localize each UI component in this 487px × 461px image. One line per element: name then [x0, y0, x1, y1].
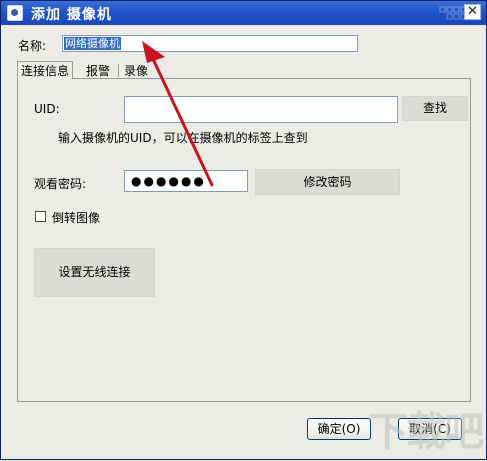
tab-connection-info[interactable]: 连接信息: [17, 61, 74, 79]
annotation-arrow: [142, 41, 214, 187]
add-camera-dialog: 添加 摄像机 ✕ 名称: 网络摄像机 连接信息 报警 录像 UID: 查找 输入…: [0, 0, 487, 460]
